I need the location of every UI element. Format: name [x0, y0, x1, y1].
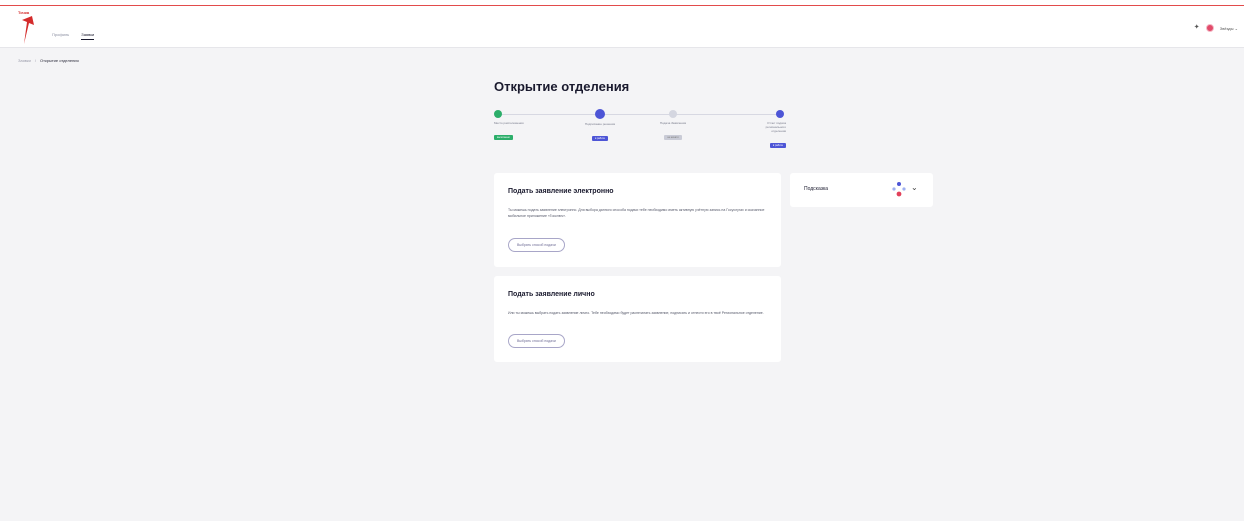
avatar[interactable]	[1205, 24, 1214, 32]
nav-item-applications[interactable]: Заявки	[81, 32, 95, 40]
card-title: Подать заявление электронно	[508, 188, 614, 195]
step-signing: Подписание решения в работе	[570, 109, 630, 144]
step-label: Место расположения	[494, 121, 524, 125]
logo[interactable]: Точка	[18, 10, 40, 44]
user-name: Звёзды	[1219, 25, 1234, 31]
user-menu[interactable]: Звёзды ⌄	[1220, 26, 1238, 31]
card-title: Подать заявление лично	[508, 291, 595, 298]
choose-method-button[interactable]: Выбрать способ подачи	[508, 238, 565, 252]
breadcrumb-current: Открытие отделения	[40, 58, 79, 63]
step-status-badge: не начато	[664, 135, 682, 140]
breadcrumb-root[interactable]: Заявки	[18, 58, 31, 63]
step-status-badge: в работе	[591, 136, 609, 141]
notification-icon[interactable]: ✦	[1194, 24, 1200, 31]
breadcrumb-separator: /	[34, 58, 37, 63]
card-description: Или ты можешь выбрать подать заявление л…	[508, 311, 764, 315]
logo-mark-icon	[22, 16, 34, 44]
hint-panel[interactable]: Подсказка ⌄	[790, 173, 933, 207]
step-status-badge: в работе	[769, 143, 786, 148]
header: Точка Профиль Заявки ✦ Звёзды ⌄	[0, 6, 1244, 48]
nav-item-profile[interactable]: Профиль	[52, 32, 69, 40]
progress-stepper: Место расположения выполнено Подписание …	[494, 109, 786, 154]
step-label: Подписание решения	[584, 122, 616, 126]
card-description: Ты можешь подать заявление электронно. Д…	[508, 208, 765, 218]
step-dot	[595, 109, 605, 119]
step-dot	[669, 110, 677, 118]
header-user-area: ✦ Звёзды ⌄	[1194, 24, 1238, 32]
chevron-down-icon[interactable]: ⌄	[911, 183, 918, 192]
logo-text: Точка	[18, 10, 30, 15]
page-title: Открытие отделения	[494, 79, 630, 94]
step-status-badge: выполнено	[494, 135, 513, 140]
card-electronic-submission: Подать заявление электронно Ты можешь по…	[494, 173, 781, 267]
breadcrumb: Заявки / Открытие отделения	[18, 58, 79, 63]
step-label: Отчет подача регионального отделения	[765, 121, 786, 133]
choose-method-button[interactable]: Выбрать способ подачи	[508, 334, 565, 348]
step-location: Место расположения выполнено	[494, 110, 544, 143]
main-nav: Профиль Заявки	[52, 32, 95, 40]
step-report: Отчет подача регионального отделения в р…	[752, 110, 786, 151]
step-dot	[494, 110, 502, 118]
step-label: Подача Заявления	[659, 121, 687, 125]
step-dot	[776, 110, 784, 118]
step-submission: Подача Заявления не начато	[648, 110, 698, 143]
assistant-icon	[892, 182, 906, 197]
hint-label: Подсказка	[804, 186, 829, 192]
card-in-person-submission: Подать заявление лично Или ты можешь выб…	[494, 276, 781, 362]
